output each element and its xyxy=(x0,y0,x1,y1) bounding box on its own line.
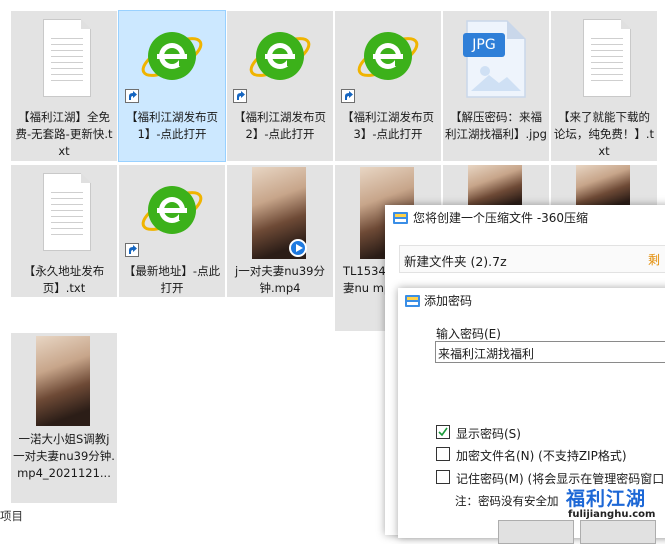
show-password-label: 显示密码(S) xyxy=(456,427,521,441)
file-item[interactable]: JPG 【解压密码：来福利江湖找福利】.jpg xyxy=(443,11,549,161)
file-item[interactable]: 一渃大小姐S调教j一对夫妻nu39分钟.mp4_2021121... xyxy=(11,333,117,503)
dialog-button[interactable] xyxy=(498,520,574,544)
video-thumbnail xyxy=(11,333,117,431)
encrypt-filenames-checkbox[interactable] xyxy=(436,447,450,461)
file-item[interactable]: 【最新地址】-点此打开 xyxy=(119,165,225,297)
dialog-button[interactable] xyxy=(580,520,656,544)
file-item[interactable]: 【福利江湖发布页3】-点此打开 xyxy=(335,11,441,161)
checkmark-icon xyxy=(438,427,448,437)
password-label: 输入密码(E) xyxy=(436,327,501,341)
file-name: 【解压密码：来福利江湖找福利】.jpg xyxy=(445,110,547,141)
password-value: 来福利江湖找福利 xyxy=(438,347,535,361)
password-note: 注：密码没有安全加 xyxy=(455,494,559,508)
txt-file-icon xyxy=(11,165,117,263)
file-name: 一渃大小姐S调教j一对夫妻nu39分钟.mp4_2021121... xyxy=(13,432,115,480)
show-password-checkbox[interactable] xyxy=(436,425,450,439)
shortcut-arrow-icon xyxy=(233,89,247,103)
txt-file-icon xyxy=(551,11,657,109)
file-name: 【来了就能下载的论坛，纯免费！】.txt xyxy=(553,110,655,158)
show-password-option[interactable]: 显示密码(S) xyxy=(436,424,665,442)
watermark-url: fulijianghu.com xyxy=(568,509,656,520)
jpg-file-icon: JPG xyxy=(443,11,549,109)
play-icon xyxy=(289,239,307,257)
ie-shortcut-icon xyxy=(335,11,441,109)
file-name: 【永久地址发布页】.txt xyxy=(23,264,105,295)
ie-shortcut-icon xyxy=(119,11,225,109)
encrypt-filenames-label: 加密文件名(N) (不支持ZIP格式) xyxy=(456,449,627,463)
shortcut-arrow-icon xyxy=(341,89,355,103)
compress-dialog-titlebar[interactable]: 您将创建一个压缩文件 -360压缩 xyxy=(385,205,665,231)
compress-app-icon xyxy=(405,295,420,307)
status-bar-text: 项目 xyxy=(0,509,23,523)
remember-password-checkbox[interactable] xyxy=(436,470,450,484)
jpg-badge: JPG xyxy=(472,37,496,53)
file-item[interactable]: 【福利江湖发布页2】-点此打开 xyxy=(227,11,333,161)
password-input[interactable]: 来福利江湖找福利 xyxy=(435,341,665,363)
watermark-logo: 福利江湖 fulijianghu.com xyxy=(566,484,662,522)
txt-file-icon xyxy=(11,11,117,109)
file-name: 【福利江湖发布页1】-点此打开 xyxy=(126,110,218,141)
file-name: 【福利江湖】全免费-无套路-更新快.txt xyxy=(15,110,113,158)
remaining-label: 剩 xyxy=(647,253,660,267)
archive-name-field[interactable]: 新建文件夹 (2).7z 剩 xyxy=(399,245,665,273)
file-item[interactable] xyxy=(551,165,657,210)
video-thumbnail xyxy=(227,165,333,263)
file-name: 【最新地址】-点此打开 xyxy=(123,264,221,295)
password-dialog-title: 添加密码 xyxy=(424,294,473,308)
ie-shortcut-icon xyxy=(227,11,333,109)
compress-app-icon xyxy=(393,212,408,224)
file-item[interactable]: 【来了就能下载的论坛，纯免费！】.txt xyxy=(551,11,657,161)
password-dialog-titlebar[interactable]: 添加密码 xyxy=(398,288,665,314)
file-item[interactable]: j一对夫妻nu39分钟.mp4 xyxy=(227,165,333,297)
file-item[interactable] xyxy=(443,165,549,210)
shortcut-arrow-icon xyxy=(125,89,139,103)
encrypt-filenames-option[interactable]: 加密文件名(N) (不支持ZIP格式) xyxy=(436,446,665,464)
video-thumbnail xyxy=(576,165,630,210)
file-item[interactable]: 【福利江湖】全免费-无套路-更新快.txt xyxy=(11,11,117,161)
file-item[interactable]: 【永久地址发布页】.txt xyxy=(11,165,117,297)
archive-name-value: 新建文件夹 (2).7z xyxy=(404,254,507,269)
file-name: 【福利江湖发布页3】-点此打开 xyxy=(342,110,434,141)
shortcut-arrow-icon xyxy=(125,243,139,257)
file-name: j一对夫妻nu39分钟.mp4 xyxy=(235,264,325,295)
file-name: 【福利江湖发布页2】-点此打开 xyxy=(234,110,326,141)
watermark-brand: 福利江湖 xyxy=(566,488,647,510)
compress-dialog-title: 您将创建一个压缩文件 -360压缩 xyxy=(413,211,589,225)
ie-shortcut-icon xyxy=(119,165,225,263)
file-item[interactable]: 【福利江湖发布页1】-点此打开 xyxy=(118,10,226,162)
video-thumbnail xyxy=(468,165,522,210)
